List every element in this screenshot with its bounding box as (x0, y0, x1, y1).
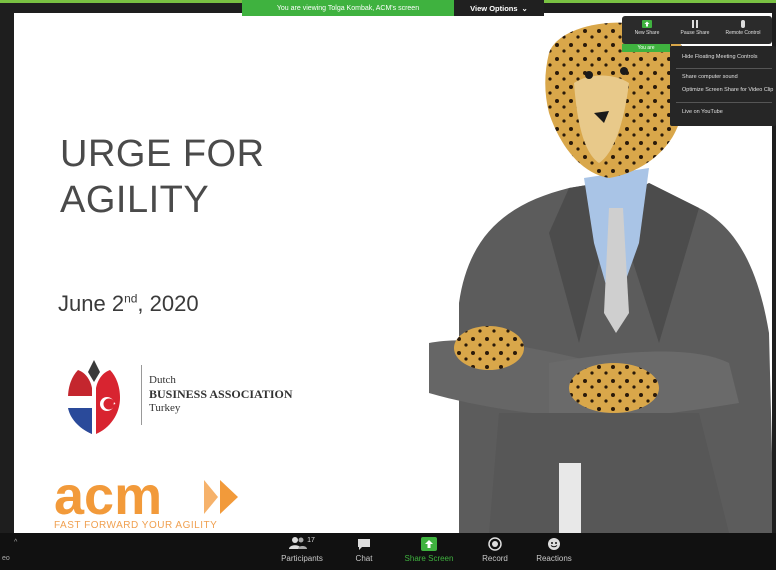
menu-item-share-sound[interactable]: Share computer sound (682, 74, 738, 80)
viewing-banner: You are viewing Tolga Kombak, ACM's scre… (242, 0, 454, 16)
dba-line-2: BUSINESS ASSOCIATION (149, 387, 293, 401)
floating-meeting-controls: New Share Pause Share Remote Control (622, 16, 772, 44)
menu-divider-2 (676, 102, 772, 103)
view-options-button[interactable]: View Options ⌄ (454, 0, 544, 16)
date-prefix: June 2 (58, 291, 125, 316)
shared-screen: URGE FOR AGILITY June 2nd, 2020 Dutch BU… (14, 13, 772, 533)
remote-control-button[interactable]: Remote Control (720, 18, 766, 42)
acm-wordmark: acm (54, 468, 162, 526)
record-icon (488, 537, 502, 551)
zoom-window: URGE FOR AGILITY June 2nd, 2020 Dutch BU… (0, 0, 776, 570)
menu-item-live-youtube[interactable]: Live on YouTube (682, 109, 723, 115)
new-share-button[interactable]: New Share (624, 18, 670, 42)
chat-button[interactable]: Chat (350, 537, 378, 563)
chevron-down-icon: ⌄ (521, 3, 528, 13)
play-arrow-icon (204, 480, 218, 514)
pause-share-button[interactable]: Pause Share (672, 18, 718, 42)
remote-control-label: Remote Control (725, 30, 761, 36)
date-rest: , 2020 (137, 291, 199, 316)
caret-up-icon[interactable]: ^ (14, 539, 17, 546)
menu-divider (676, 68, 772, 69)
chat-icon (358, 539, 370, 550)
more-options-menu: Hide Floating Meeting Controls Share com… (670, 46, 776, 126)
share-screen-label: Share Screen (404, 554, 454, 563)
slide-date: June 2nd, 2020 (58, 291, 199, 317)
new-share-label: New Share (634, 30, 660, 36)
chat-label: Chat (355, 554, 373, 563)
dba-logo-icon (68, 360, 120, 434)
toolbar-left-label[interactable]: eo (2, 555, 10, 562)
dba-text: Dutch BUSINESS ASSOCIATION Turkey (149, 373, 293, 415)
participants-icon: 17 (278, 537, 326, 551)
people-icon (289, 537, 308, 549)
menu-item-optimize-video[interactable]: Optimize Screen Share for Video Clip (682, 87, 773, 93)
dba-divider (141, 365, 142, 425)
pause-icon (692, 20, 698, 28)
slide-title: URGE FOR AGILITY (60, 131, 265, 223)
smiley-plus-icon (548, 538, 560, 550)
meeting-toolbar: ^ eo 17 Participants Chat Share Screen R… (0, 533, 776, 570)
dba-line-1: Dutch (149, 374, 176, 386)
share-icon (642, 20, 652, 28)
menu-item-hide-controls[interactable]: Hide Floating Meeting Controls (682, 54, 758, 60)
acm-tagline: FAST FORWARD YOUR AGILITY (54, 520, 218, 531)
pause-share-label: Pause Share (680, 30, 710, 36)
participants-count: 17 (307, 537, 315, 544)
record-label: Record (482, 554, 508, 563)
mouse-icon (741, 20, 745, 28)
view-options-label: View Options (470, 3, 518, 13)
date-suffix: nd (124, 291, 138, 306)
title-line-1: URGE FOR (60, 133, 265, 175)
share-screen-icon (421, 537, 437, 551)
dba-line-3: Turkey (149, 402, 181, 414)
sharing-status: You are (622, 44, 670, 52)
reactions-label: Reactions (536, 554, 572, 563)
record-button[interactable]: Record (478, 537, 512, 563)
participants-button[interactable]: 17 Participants (278, 537, 326, 563)
play-arrow-icon-2 (220, 480, 238, 514)
share-screen-button[interactable]: Share Screen (400, 537, 458, 563)
reactions-button[interactable]: Reactions (532, 537, 576, 563)
title-line-2: AGILITY (60, 179, 210, 221)
participants-label: Participants (281, 554, 323, 563)
